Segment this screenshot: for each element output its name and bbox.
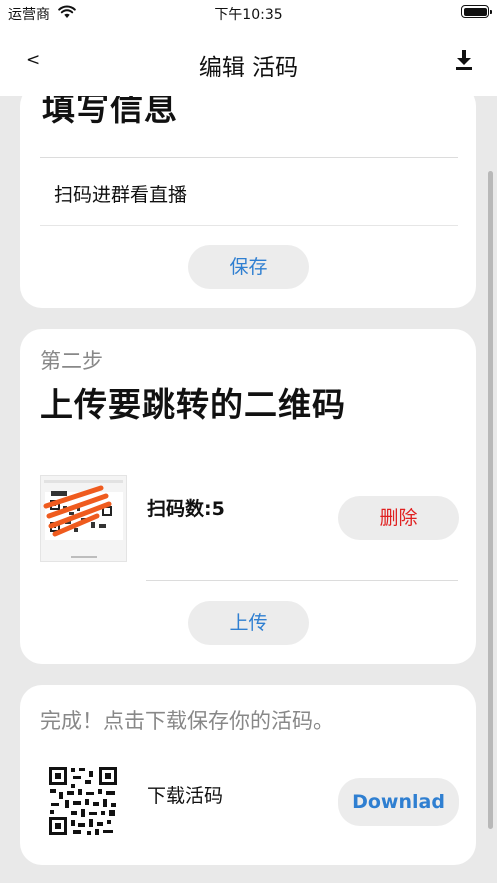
step1-heading: 填写信息 bbox=[42, 96, 178, 128]
qr-code-icon bbox=[47, 765, 119, 837]
divider bbox=[40, 157, 458, 158]
clock: 下午10:35 bbox=[214, 7, 283, 23]
step3-card: 完成！点击下载保存你的活码。 下载活码 Downlad bbox=[20, 685, 476, 865]
delete-button[interactable]: 删除 bbox=[338, 496, 459, 540]
scan-count: 扫码数:5 bbox=[147, 498, 225, 520]
page-title: 编辑 活码 bbox=[198, 55, 299, 81]
scrollbar[interactable] bbox=[488, 171, 493, 829]
scroll-area[interactable]: 填写信息 扫码进群看直播 保存 第二步 上传要跳转的二维码 扫码数:5 删除 上… bbox=[0, 96, 497, 883]
status-bar: 运营商 下午10:35 bbox=[0, 0, 497, 24]
save-button[interactable]: 保存 bbox=[188, 245, 309, 289]
info-text-field[interactable]: 扫码进群看直播 bbox=[54, 180, 187, 207]
uploaded-qr-thumbnail[interactable] bbox=[40, 475, 127, 562]
download-label: 下载活码 bbox=[147, 785, 224, 807]
step1-card: 填写信息 扫码进群看直播 保存 bbox=[20, 96, 476, 308]
download-icon[interactable] bbox=[455, 50, 473, 74]
battery-icon bbox=[461, 5, 492, 18]
step2-card: 第二步 上传要跳转的二维码 扫码数:5 删除 上传 bbox=[20, 329, 476, 664]
done-instruction: 完成！点击下载保存你的活码。 bbox=[40, 709, 334, 733]
step-label: 第二步 bbox=[40, 349, 103, 373]
step2-heading: 上传要跳转的二维码 bbox=[40, 385, 346, 424]
nav-bar: < 编辑 活码 bbox=[0, 24, 497, 96]
divider bbox=[146, 580, 458, 581]
divider bbox=[40, 225, 458, 226]
download-button[interactable]: Downlad bbox=[338, 778, 459, 826]
upload-button[interactable]: 上传 bbox=[188, 601, 309, 645]
